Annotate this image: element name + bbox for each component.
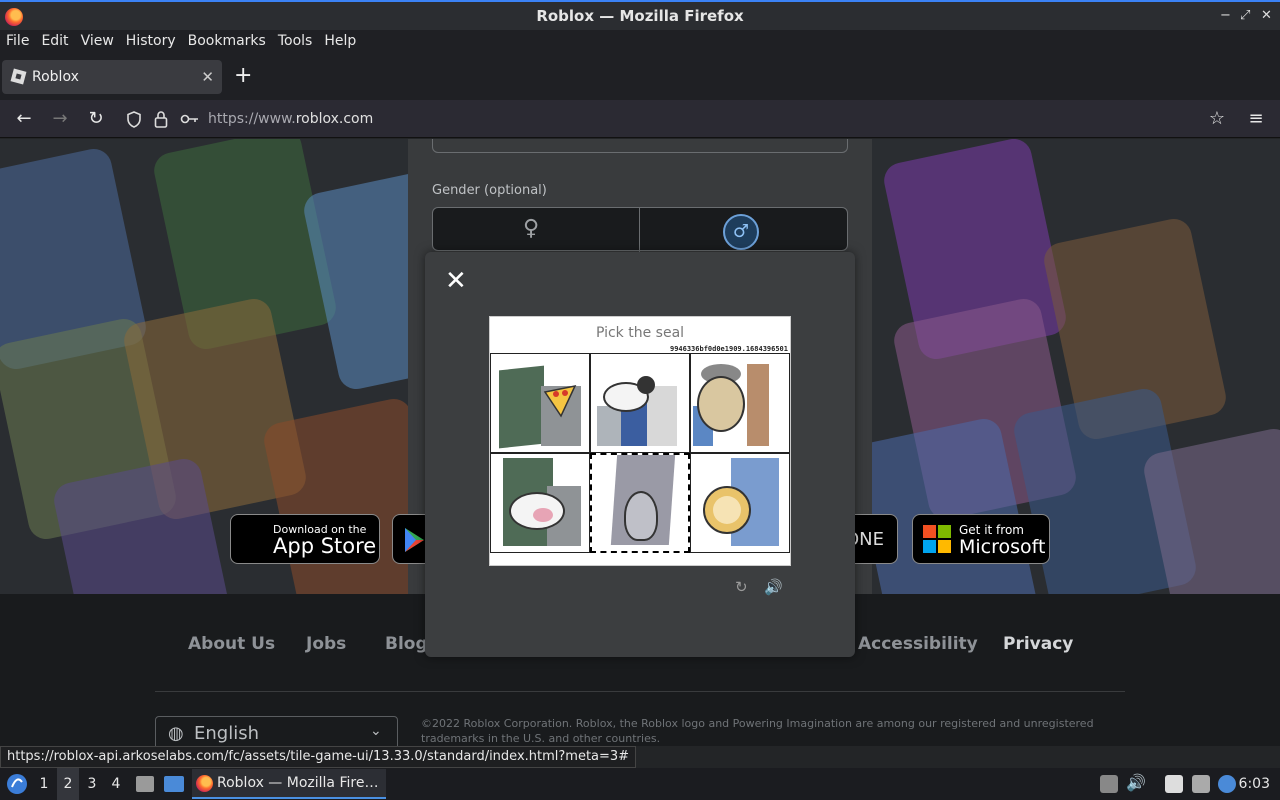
footer-link-jobs[interactable]: Jobs (306, 634, 346, 654)
tab-label: Roblox (32, 69, 79, 85)
footer-divider (155, 691, 1125, 692)
app-store-button[interactable]: Download on the App Store (230, 514, 380, 564)
captcha-controls: ↻ 🔊 (735, 578, 783, 596)
window-title: Roblox — Mozilla Firefox (536, 7, 744, 25)
tab-roblox[interactable]: Roblox ✕ (2, 60, 222, 94)
gender-divider (639, 208, 640, 252)
workspace-4[interactable]: 4 (105, 768, 127, 800)
microsoft-store-button[interactable]: Get it from Microsoft (912, 514, 1050, 564)
footer-link-about[interactable]: About Us (188, 634, 275, 654)
minimize-button[interactable]: − (1220, 8, 1231, 23)
window-titlebar: Roblox — Mozilla Firefox − ⤢ ✕ (0, 0, 1280, 30)
taskbar-firefox-window[interactable]: Roblox — Mozilla Fire… (192, 769, 386, 799)
captcha-modal: ✕ Pick the seal 9946336bf0d0e1909.168439… (425, 252, 855, 657)
gender-selector: ♀ ♂ (432, 207, 848, 252)
url-bar[interactable]: https://www.roblox.com (118, 103, 1238, 135)
firefox-icon (196, 775, 213, 792)
key-icon[interactable] (180, 112, 200, 126)
captcha-hash: 9946336bf0d0e1909.1684396501 (669, 345, 788, 353)
workspace-2[interactable]: 2 (57, 768, 79, 800)
menu-view[interactable]: View (75, 30, 120, 52)
female-icon[interactable]: ♀ (523, 216, 539, 241)
url-prefix: https://www. (208, 111, 296, 127)
roblox-favicon-icon (10, 68, 27, 85)
url-domain: roblox.com (295, 111, 374, 127)
play-store-icon (405, 528, 424, 552)
ms-small-text: Get it from (959, 523, 1024, 537)
microsoft-logo-icon (923, 525, 951, 553)
pizza-icon (543, 384, 577, 418)
appstore-big-text: App Store (273, 534, 377, 558)
navigation-bar: ← → ↻ https://www.roblox.com ☆ ≡ (0, 100, 1280, 138)
menu-edit[interactable]: Edit (35, 30, 74, 52)
notes-tray-icon[interactable] (1165, 775, 1183, 793)
menu-bar: File Edit View History Bookmarks Tools Help (0, 30, 1280, 54)
footer-link-privacy[interactable]: Privacy (1003, 634, 1073, 654)
taskbar-app-label: Roblox — Mozilla Fire… (217, 775, 379, 791)
captcha-tile-lion-2[interactable] (690, 453, 790, 553)
gender-label: Gender (optional) (432, 183, 547, 198)
show-desktop-icon[interactable] (164, 776, 184, 792)
tab-strip: Roblox ✕ (0, 54, 1280, 100)
modal-close-button[interactable]: ✕ (445, 268, 467, 294)
back-button[interactable]: ← (10, 100, 38, 138)
volume-icon[interactable]: 🔊 (1126, 773, 1146, 792)
audio-captcha-icon[interactable]: 🔊 (764, 578, 783, 596)
close-window-button[interactable]: ✕ (1261, 8, 1272, 23)
lock-icon[interactable] (154, 110, 168, 128)
captcha-tile-pizza[interactable] (490, 353, 590, 453)
menu-bookmarks[interactable]: Bookmarks (182, 30, 272, 52)
workspace-3[interactable]: 3 (81, 768, 103, 800)
tab-close-button[interactable]: ✕ (201, 60, 214, 94)
network-tray-icon[interactable] (1192, 775, 1210, 793)
captcha-tile-seal[interactable] (590, 453, 690, 553)
captcha-tile-cow[interactable] (490, 453, 590, 553)
new-tab-button[interactable]: + (234, 58, 252, 94)
menu-history[interactable]: History (120, 30, 182, 52)
forward-button[interactable]: → (46, 100, 74, 138)
captcha-tile-sheep[interactable] (590, 353, 690, 453)
taskbar: 1 2 3 4 Roblox — Mozilla Fire… 🔊 6:03 (0, 768, 1280, 800)
clipboard-tray-icon[interactable] (1100, 775, 1118, 793)
copyright-text: ©2022 Roblox Corporation. Roblox, the Ro… (421, 717, 1094, 745)
password-input[interactable] (432, 139, 848, 153)
seal-icon (624, 491, 658, 541)
menu-file[interactable]: File (0, 30, 35, 52)
updates-tray-icon[interactable] (1218, 775, 1236, 793)
ms-big-text: Microsoft (959, 536, 1046, 558)
reload-captcha-icon[interactable]: ↻ (735, 578, 748, 596)
bookmark-star-icon[interactable]: ☆ (1203, 100, 1231, 138)
url-text: https://www.roblox.com (208, 103, 373, 135)
clock: 6:03 (1238, 776, 1270, 792)
workspace-1[interactable]: 1 (33, 768, 55, 800)
start-menu-icon[interactable] (6, 773, 28, 795)
language-value: English (194, 723, 259, 744)
app-menu-button[interactable]: ≡ (1242, 100, 1270, 138)
captcha-prompt: Pick the seal (595, 325, 685, 341)
lion-icon (697, 376, 745, 432)
male-icon[interactable]: ♂ (723, 214, 759, 250)
file-manager-icon[interactable] (136, 776, 154, 792)
menu-help[interactable]: Help (318, 30, 362, 52)
menu-tools[interactable]: Tools (272, 30, 319, 52)
globe-icon: ◍ (168, 723, 184, 744)
reload-button[interactable]: ↻ (82, 100, 110, 138)
footer-link-blog[interactable]: Blog (385, 634, 428, 654)
maximize-button[interactable]: ⤢ (1240, 8, 1250, 23)
footer-link-accessibility[interactable]: Accessibility (858, 634, 978, 654)
captcha-grid (490, 353, 790, 553)
status-url: https://roblox-api.arkoselabs.com/fc/ass… (0, 746, 637, 768)
chevron-down-icon: ⌄ (370, 723, 382, 739)
captcha-tile-lion[interactable] (690, 353, 790, 453)
firefox-logo-icon (5, 8, 23, 26)
shield-icon[interactable] (126, 111, 142, 128)
captcha-frame: Pick the seal 9946336bf0d0e1909.16843965… (489, 316, 791, 566)
